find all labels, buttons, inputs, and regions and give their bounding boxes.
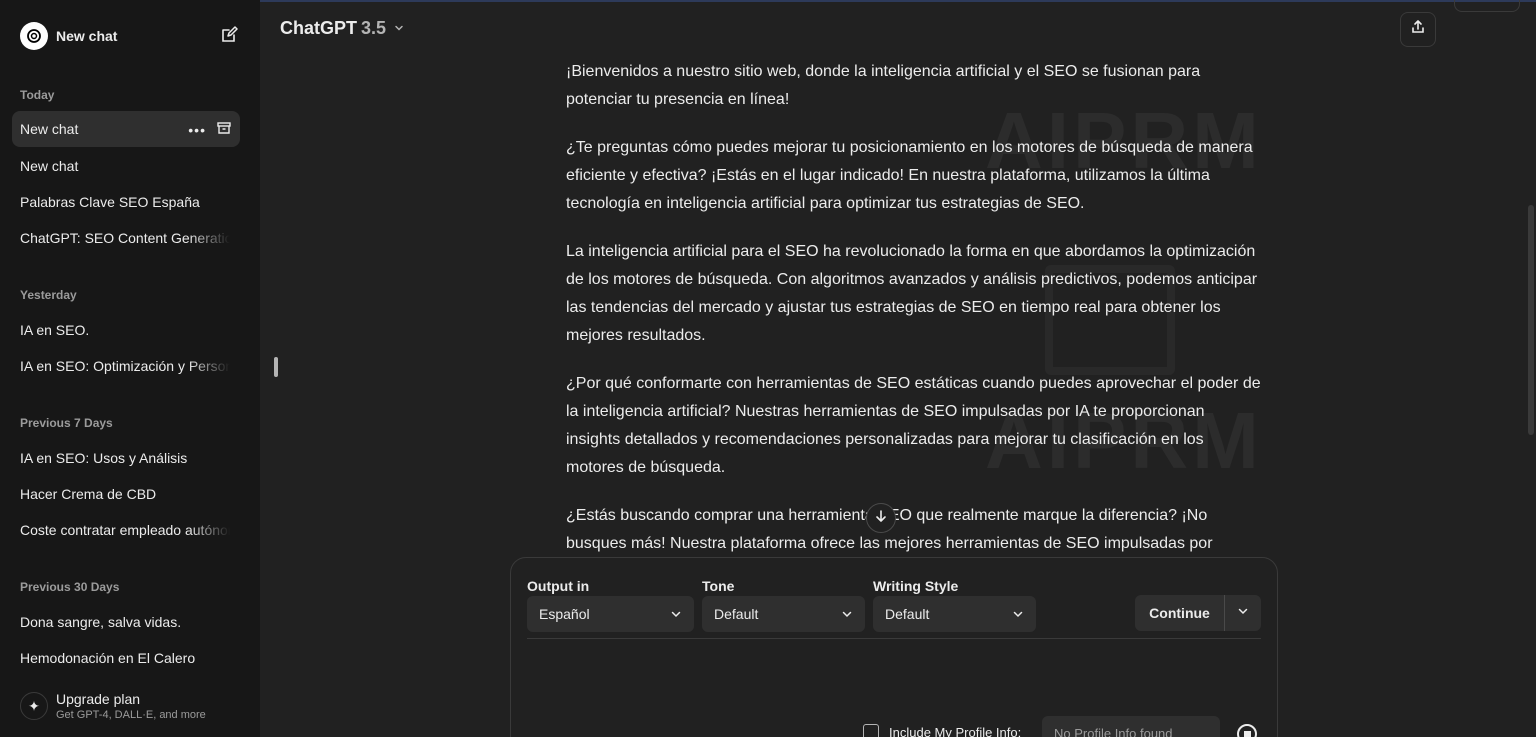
continue-button[interactable]: Continue bbox=[1135, 595, 1224, 631]
chat-item[interactable]: Hacer Crema de CBD bbox=[12, 476, 240, 512]
section-title-previous-30-days: Previous 30 Days bbox=[20, 580, 120, 594]
message-paragraph: ¿Te preguntas cómo puedes mejorar tu pos… bbox=[566, 139, 1253, 212]
model-selector[interactable]: ChatGPT 3.5 bbox=[280, 18, 404, 39]
arrow-down-icon bbox=[874, 509, 888, 528]
scrollbar-thumb[interactable] bbox=[1528, 205, 1534, 435]
profile-info-select[interactable]: No Profile Info found bbox=[1042, 716, 1220, 737]
chat-item[interactable]: Hemodonación en El Calero bbox=[12, 640, 240, 676]
message-paragraph: ¿Estás buscando comprar una herramienta … bbox=[566, 507, 1213, 552]
chat-item-label: IA en SEO. bbox=[20, 322, 90, 338]
profile-info-row: Include My Profile Info: bbox=[863, 724, 1021, 737]
tone-value: Default bbox=[714, 606, 759, 622]
message-paragraph: ¡Bienvenidos a nuestro sitio web, donde … bbox=[566, 63, 1201, 108]
chat-item-label: Hemodonación en El Calero bbox=[20, 650, 196, 666]
include-profile-label: Include My Profile Info: bbox=[889, 724, 1022, 737]
assistant-message: ¡Bienvenidos a nuestro sitio web, donde … bbox=[566, 58, 1262, 578]
writing-style-value: Default bbox=[885, 606, 930, 622]
continue-dropdown-button[interactable] bbox=[1225, 595, 1261, 631]
chevron-down-icon bbox=[394, 22, 404, 36]
scroll-to-bottom-button[interactable] bbox=[866, 503, 896, 533]
message-paragraph: ¿Por qué conformarte con herramientas de… bbox=[566, 375, 1261, 476]
output-language-value: Español bbox=[539, 606, 590, 622]
section-title-yesterday: Yesterday bbox=[20, 288, 77, 302]
chat-item[interactable]: IA en SEO. bbox=[12, 312, 240, 348]
top-corner-button[interactable] bbox=[1454, 0, 1520, 12]
chat-item[interactable]: Palabras Clave SEO España bbox=[12, 184, 240, 220]
chat-item-label: Dona sangre, salva vidas. bbox=[20, 614, 182, 630]
sparkle-icon: ✦ bbox=[20, 692, 48, 720]
chat-item[interactable]: IA en SEO: Usos y Análisis bbox=[12, 440, 240, 476]
message-paragraph: La inteligencia artificial para el SEO h… bbox=[566, 243, 1258, 344]
sidebar-resize-handle[interactable] bbox=[274, 357, 278, 377]
output-language-select[interactable]: Español bbox=[527, 596, 694, 632]
aiprm-prompt-panel: Output in Español Tone Default Writing S… bbox=[510, 557, 1278, 737]
openai-logo-icon bbox=[20, 22, 48, 50]
chevron-down-icon bbox=[841, 607, 853, 623]
edit-icon[interactable] bbox=[220, 26, 240, 46]
sidebar: New chat Today New chat ••• New chat Pal… bbox=[0, 0, 260, 737]
writing-style-label: Writing Style bbox=[873, 578, 959, 594]
chat-item-label: Hacer Crema de CBD bbox=[20, 486, 157, 502]
chat-item[interactable]: New chat bbox=[12, 148, 240, 184]
chat-item-label: New chat bbox=[20, 121, 79, 137]
continue-split-button: Continue bbox=[1135, 595, 1261, 631]
section-title-today: Today bbox=[20, 88, 55, 102]
chat-item[interactable]: Dona sangre, salva vidas. bbox=[12, 604, 240, 640]
chat-item[interactable]: IA en SEO: Optimización y Personalizació… bbox=[12, 348, 240, 384]
chevron-down-icon bbox=[1012, 607, 1024, 623]
panel-divider bbox=[527, 638, 1261, 639]
top-accent-line bbox=[260, 0, 1536, 2]
chat-item-label: IA en SEO: Optimización y Personalizació… bbox=[20, 358, 230, 374]
stop-icon bbox=[1243, 730, 1251, 737]
chevron-down-icon bbox=[670, 607, 682, 623]
chat-item-label: ChatGPT: SEO Content Generation bbox=[20, 230, 230, 246]
chevron-down-icon bbox=[1237, 604, 1249, 622]
share-button[interactable] bbox=[1400, 12, 1436, 47]
chat-item-label: New chat bbox=[20, 158, 79, 174]
chat-item[interactable]: New chat ••• bbox=[12, 111, 240, 147]
more-dots-icon[interactable]: ••• bbox=[188, 121, 206, 139]
chat-item-label: Palabras Clave SEO España bbox=[20, 194, 200, 210]
model-version: 3.5 bbox=[361, 18, 387, 38]
share-icon bbox=[1410, 19, 1426, 40]
writing-style-select[interactable]: Default bbox=[873, 596, 1036, 632]
chat-item[interactable]: Coste contratar empleado autónomo bbox=[12, 512, 240, 548]
archive-icon[interactable] bbox=[216, 120, 232, 139]
chat-item[interactable]: ChatGPT: SEO Content Generation bbox=[12, 220, 240, 256]
tone-select[interactable]: Default bbox=[702, 596, 865, 632]
upgrade-title: Upgrade plan bbox=[56, 691, 141, 707]
chat-item-label: IA en SEO: Usos y Análisis bbox=[20, 450, 188, 466]
new-chat-button[interactable]: New chat bbox=[12, 16, 248, 56]
upgrade-subtitle: Get GPT-4, DALL·E, and more bbox=[56, 709, 206, 721]
model-name: ChatGPT bbox=[280, 18, 358, 38]
chat-item-label: Coste contratar empleado autónomo bbox=[20, 522, 230, 538]
new-chat-label: New chat bbox=[56, 28, 118, 44]
section-title-previous-7-days: Previous 7 Days bbox=[20, 416, 113, 430]
tone-label: Tone bbox=[702, 578, 735, 594]
stop-generating-button[interactable] bbox=[1237, 724, 1257, 737]
output-label: Output in bbox=[527, 578, 590, 594]
upgrade-plan-button[interactable]: ✦ Upgrade plan Get GPT-4, DALL·E, and mo… bbox=[12, 684, 248, 728]
profile-info-value: No Profile Info found bbox=[1054, 726, 1173, 737]
include-profile-checkbox[interactable] bbox=[863, 724, 879, 737]
